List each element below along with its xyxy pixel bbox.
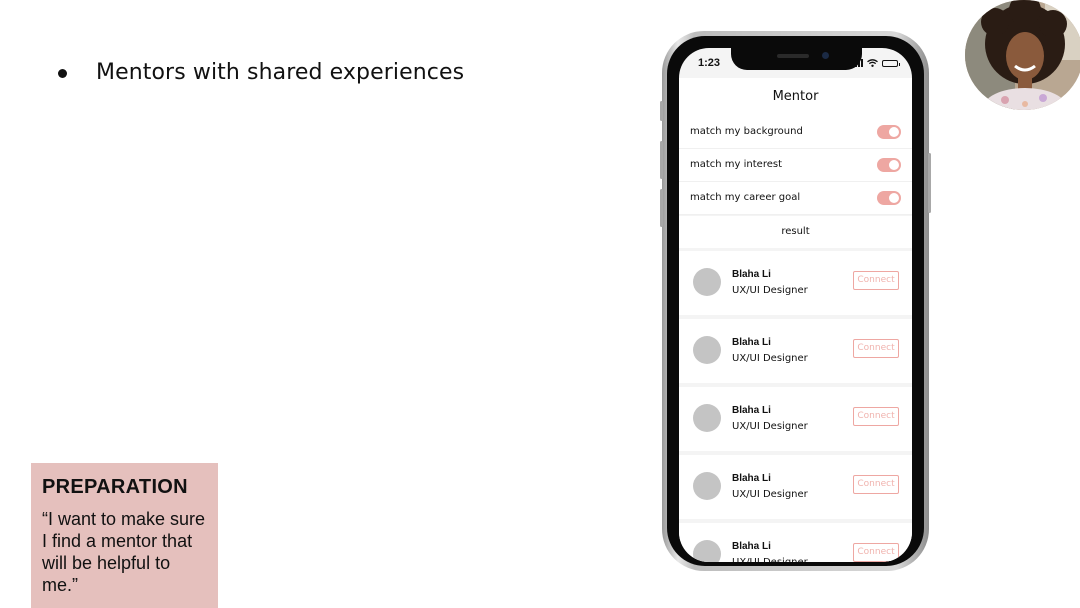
connect-button[interactable]: Connect [853, 339, 899, 358]
avatar [693, 404, 721, 432]
toggle-row-background[interactable]: match my background [679, 116, 912, 149]
preparation-quote: “I want to make sure I find a mentor tha… [42, 509, 206, 595]
mentor-list-item[interactable]: Blaha Li UX/UI Designer Connect [679, 455, 912, 519]
mentor-name: Blaha Li [732, 541, 771, 552]
front-camera [822, 52, 829, 59]
mentor-role: UX/UI Designer [732, 489, 808, 500]
battery-icon [882, 60, 900, 67]
avatar [693, 472, 721, 500]
result-header: result [679, 216, 912, 248]
toggle-label: match my background [690, 126, 803, 137]
volume-up-button [660, 141, 663, 179]
status-time: 1:23 [698, 57, 721, 69]
mute-switch [660, 101, 663, 121]
mentor-role: UX/UI Designer [732, 421, 808, 432]
toggle-label: match my interest [690, 159, 783, 170]
mentor-list-item[interactable]: Blaha Li UX/UI Designer Connect [679, 387, 912, 451]
toggle-label: match my career goal [690, 192, 801, 203]
mentor-role: UX/UI Designer [732, 557, 808, 562]
mentor-list-item[interactable]: Blaha Li UX/UI Designer Connect [679, 319, 912, 383]
volume-down-button [660, 189, 663, 227]
avatar [693, 336, 721, 364]
connect-button[interactable]: Connect [853, 407, 899, 426]
mentor-list-item[interactable]: Blaha Li UX/UI Designer Connect [679, 523, 912, 562]
toggle-switch-interest[interactable] [877, 158, 901, 172]
toggle-switch-career-goal[interactable] [877, 191, 901, 205]
page-title: Mentor [772, 89, 819, 104]
power-button [928, 153, 931, 213]
bullet-dot-icon [58, 69, 67, 78]
connect-button[interactable]: Connect [853, 271, 899, 290]
mentor-role: UX/UI Designer [732, 353, 808, 364]
avatar [693, 540, 721, 562]
avatar [693, 268, 721, 296]
wifi-icon [867, 59, 878, 67]
result-label: result [781, 226, 810, 237]
toggle-knob [889, 193, 899, 203]
speaker-grille [777, 54, 809, 58]
toggle-switch-background[interactable] [877, 125, 901, 139]
phone-notch [731, 48, 862, 70]
bullet-text: Mentors with shared experiences [96, 60, 465, 85]
persona-photo [965, 0, 1080, 110]
connect-button[interactable]: Connect [853, 475, 899, 494]
mentor-name: Blaha Li [732, 337, 771, 348]
phone-bezel: 1:23 Mentor match my background match my… [667, 36, 924, 566]
toggle-knob [889, 127, 899, 137]
toggle-knob [889, 160, 899, 170]
mentor-list-item[interactable]: Blaha Li UX/UI Designer Connect [679, 251, 912, 315]
preparation-title: PREPARATION [42, 476, 188, 498]
mentor-name: Blaha Li [732, 473, 771, 484]
bullet-item: Mentors with shared experiences [58, 60, 464, 85]
phone-screen: 1:23 Mentor match my background match my… [679, 48, 912, 562]
phone-mockup: 1:23 Mentor match my background match my… [660, 31, 931, 571]
mentor-name: Blaha Li [732, 269, 771, 280]
preparation-card: PREPARATION “I want to make sure I find … [31, 463, 218, 608]
mentor-role: UX/UI Designer [732, 285, 808, 296]
toggle-row-career-goal[interactable]: match my career goal [679, 182, 912, 215]
toggle-row-interest[interactable]: match my interest [679, 149, 912, 182]
app-header: Mentor [679, 78, 912, 116]
mentor-name: Blaha Li [732, 405, 771, 416]
connect-button[interactable]: Connect [853, 543, 899, 562]
